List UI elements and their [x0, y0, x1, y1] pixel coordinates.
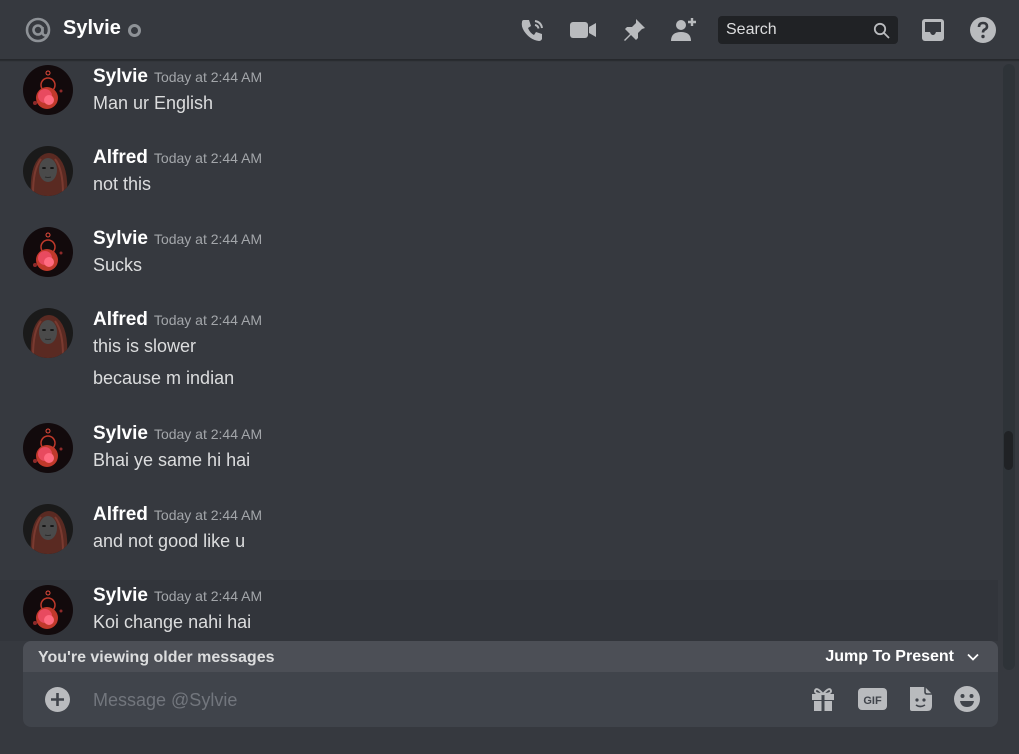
- avatar[interactable]: [23, 65, 73, 115]
- video-call-icon[interactable]: [569, 16, 597, 44]
- message-text: Man ur English: [93, 93, 214, 113]
- jump-to-present-button[interactable]: Jump To Present: [825, 648, 980, 666]
- status-indicator: [128, 24, 141, 37]
- message-input[interactable]: [93, 686, 773, 714]
- avatar[interactable]: [23, 585, 73, 635]
- scrollbar-track[interactable]: [1003, 64, 1015, 670]
- message-list: Sylvie Today at 2:44 AM Man ur English Al…: [0, 61, 1003, 641]
- avatar[interactable]: [23, 146, 73, 196]
- gif-icon[interactable]: GIF: [857, 685, 888, 713]
- author-name[interactable]: Alfred: [93, 504, 148, 525]
- scrollbar-thumb[interactable]: [1004, 431, 1013, 470]
- inbox-icon[interactable]: [919, 16, 947, 44]
- avatar[interactable]: [23, 504, 73, 554]
- avatar[interactable]: [23, 308, 73, 358]
- message-text: this is slower: [93, 336, 197, 356]
- help-icon[interactable]: [969, 16, 997, 44]
- message-group[interactable]: Sylvie Today at 2:44 AM Sucks: [0, 223, 998, 303]
- search-box[interactable]: [718, 16, 898, 44]
- message-group[interactable]: Alfred Today at 2:44 AM not this: [0, 142, 998, 222]
- avatar[interactable]: [23, 227, 73, 277]
- phone-call-icon[interactable]: [518, 16, 546, 44]
- author-name[interactable]: Sylvie: [93, 585, 148, 606]
- message-text: and not good like u: [93, 531, 246, 551]
- author-name[interactable]: Sylvie: [93, 423, 148, 444]
- search-icon[interactable]: [873, 22, 890, 39]
- svg-text:GIF: GIF: [863, 695, 882, 707]
- message-timestamp: Today at 2:44 AM: [153, 426, 263, 442]
- message-timestamp: Today at 2:44 AM: [153, 150, 263, 166]
- message-text: because m indian: [93, 368, 235, 388]
- message-text: Sucks: [93, 255, 143, 275]
- message-timestamp: Today at 2:44 AM: [153, 588, 263, 604]
- discord-dm-window: Sylvie Sylvi: [0, 0, 1019, 754]
- author-name[interactable]: Sylvie: [93, 66, 148, 87]
- message-group[interactable]: Alfred Today at 2:44 AM and not good like…: [0, 499, 998, 579]
- search-input[interactable]: [718, 16, 868, 44]
- sticker-icon[interactable]: [907, 685, 934, 713]
- emoji-icon[interactable]: [953, 685, 981, 713]
- message-timestamp: Today at 2:44 AM: [153, 69, 263, 85]
- jump-to-present-label: Jump To Present: [825, 648, 954, 665]
- gift-icon[interactable]: [810, 685, 836, 713]
- pin-icon[interactable]: [620, 16, 648, 44]
- channel-name: Sylvie: [63, 17, 121, 39]
- message-group[interactable]: Alfred Today at 2:44 AM this is slower be…: [0, 304, 998, 416]
- message-text: Bhai ye same hi hai: [93, 450, 251, 470]
- author-name[interactable]: Alfred: [93, 309, 148, 330]
- avatar[interactable]: [23, 423, 73, 473]
- add-friend-icon[interactable]: [669, 16, 697, 44]
- message-group[interactable]: Sylvie Today at 2:44 AM Man ur English: [0, 61, 998, 141]
- message-text: not this: [93, 174, 152, 194]
- author-name[interactable]: Alfred: [93, 147, 148, 168]
- chevron-down-icon: [967, 653, 979, 661]
- message-timestamp: Today at 2:44 AM: [153, 507, 263, 523]
- older-messages-bar: You're viewing older messages Jump To Pr…: [23, 641, 998, 676]
- message-group[interactable]: Sylvie Today at 2:44 AM Bhai ye same hi h…: [0, 418, 998, 498]
- at-icon: [24, 16, 52, 44]
- channel-header: Sylvie: [0, 0, 1019, 60]
- message-text: Koi change nahi hai: [93, 612, 252, 632]
- message-timestamp: Today at 2:44 AM: [153, 231, 263, 247]
- older-messages-notice: You're viewing older messages: [38, 649, 275, 666]
- add-attachment-icon[interactable]: [44, 686, 71, 713]
- message-group[interactable]: Sylvie Today at 2:44 AM Koi change nahi h…: [0, 580, 998, 641]
- message-composer: GIF: [23, 672, 998, 727]
- message-timestamp: Today at 2:44 AM: [153, 312, 263, 328]
- author-name[interactable]: Sylvie: [93, 228, 148, 249]
